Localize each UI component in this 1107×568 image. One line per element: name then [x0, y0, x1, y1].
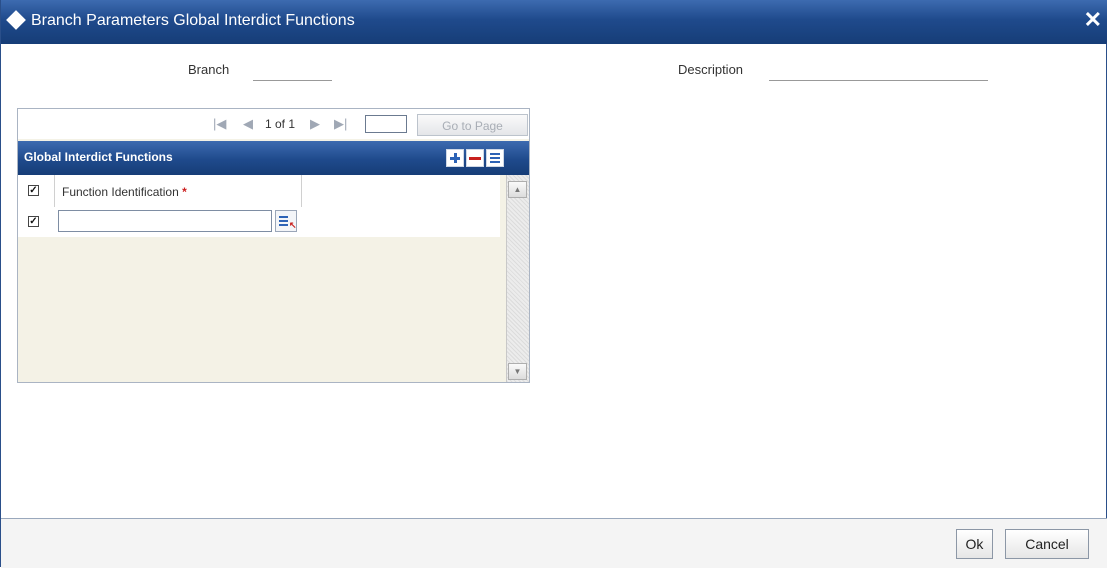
- dialog-window: Branch Parameters Global Interdict Funct…: [0, 0, 1107, 568]
- required-marker: *: [182, 185, 187, 199]
- single-view-icon[interactable]: [486, 149, 504, 167]
- list-of-values-icon[interactable]: ↖: [275, 210, 297, 232]
- row-checkbox[interactable]: ✓: [28, 216, 39, 227]
- go-to-page-button[interactable]: Go to Page: [417, 114, 528, 136]
- window-title: Branch Parameters Global Interdict Funct…: [31, 12, 355, 29]
- close-icon[interactable]: ✕: [1084, 8, 1102, 32]
- description-label: Description: [678, 62, 744, 77]
- column-header-row: ✓ Function Identification *: [18, 175, 500, 208]
- function-id-input[interactable]: [58, 210, 272, 232]
- column-header-function-identification[interactable]: Function Identification *: [62, 185, 187, 199]
- delete-row-icon[interactable]: [466, 149, 484, 167]
- description-field[interactable]: [769, 60, 988, 81]
- global-interdict-grid: |◀ ◀ 1 of 1 ▶ ▶| Go to Page Global Inter…: [17, 108, 530, 383]
- cancel-button[interactable]: Cancel: [1005, 529, 1089, 559]
- first-page-icon[interactable]: |◀: [213, 116, 226, 132]
- diamond-icon: [6, 10, 26, 30]
- select-all-checkbox[interactable]: ✓: [28, 185, 39, 196]
- next-page-icon[interactable]: ▶: [310, 116, 320, 132]
- prev-page-icon[interactable]: ◀: [243, 116, 253, 132]
- table-row: ✓ ↖: [18, 207, 500, 237]
- grid-header: Global Interdict Functions: [18, 141, 529, 175]
- vertical-scrollbar[interactable]: ▲ ▼: [506, 175, 529, 382]
- add-row-icon[interactable]: [446, 149, 464, 167]
- branch-label: Branch: [188, 62, 230, 77]
- title-bar: Branch Parameters Global Interdict Funct…: [1, 0, 1107, 44]
- scroll-down-icon[interactable]: ▼: [508, 363, 527, 380]
- branch-field[interactable]: [253, 60, 332, 81]
- scroll-up-icon[interactable]: ▲: [508, 181, 527, 198]
- ok-button[interactable]: Ok: [956, 529, 993, 559]
- pager: |◀ ◀ 1 of 1 ▶ ▶| Go to Page: [18, 109, 529, 139]
- page-number-input[interactable]: [365, 115, 407, 133]
- dialog-footer: Ok Cancel: [1, 518, 1107, 568]
- grid-title: Global Interdict Functions: [24, 150, 173, 164]
- page-indicator: 1 of 1: [265, 117, 296, 131]
- last-page-icon[interactable]: ▶|: [334, 116, 347, 132]
